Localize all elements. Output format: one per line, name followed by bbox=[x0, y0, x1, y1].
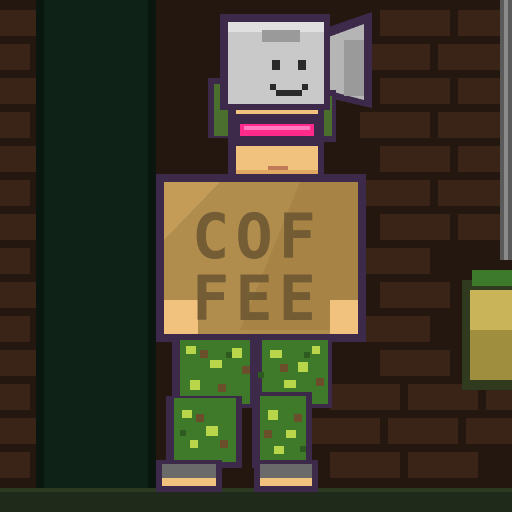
coffee-shirt: COF FEE bbox=[156, 174, 366, 342]
mouth bbox=[268, 166, 288, 170]
scene-canvas: COF FEE bbox=[0, 0, 512, 512]
smiley-mask bbox=[220, 14, 330, 110]
mask-eye-right bbox=[298, 60, 306, 70]
shirt-text-line2: FEE bbox=[192, 262, 322, 335]
game-scene: COF FEE bbox=[0, 0, 512, 512]
mask-eye-left bbox=[272, 60, 280, 70]
dark-pillar bbox=[36, 0, 156, 512]
mask-smile bbox=[276, 90, 302, 96]
right-hand bbox=[330, 300, 358, 334]
